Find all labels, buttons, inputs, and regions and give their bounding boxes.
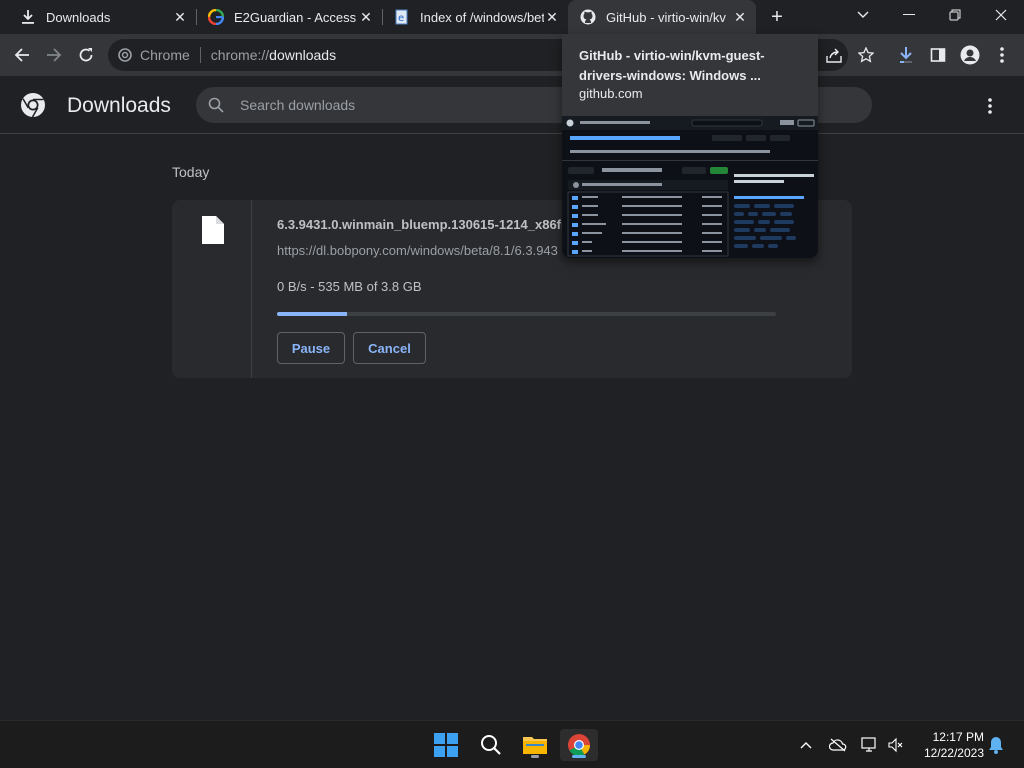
search-icon bbox=[208, 97, 224, 113]
forward-button[interactable] bbox=[40, 41, 68, 69]
tab-search-button[interactable] bbox=[840, 0, 886, 30]
close-icon[interactable]: ✕ bbox=[732, 9, 748, 25]
back-button[interactable] bbox=[8, 41, 36, 69]
tab-title: Index of /windows/beta bbox=[420, 9, 544, 25]
profile-button[interactable] bbox=[956, 41, 984, 69]
tab-e2guardian[interactable]: E2Guardian - Access De ✕ bbox=[196, 0, 382, 34]
star-icon bbox=[858, 47, 874, 63]
tab-title: Downloads bbox=[46, 9, 111, 25]
page-preview-image bbox=[562, 116, 818, 257]
tab-strip: Downloads ✕ E2Guardian - Access De ✕ e I… bbox=[0, 0, 1024, 34]
new-tab-button[interactable]: + bbox=[765, 5, 789, 29]
page-menu-button[interactable] bbox=[980, 94, 1000, 118]
running-indicator bbox=[531, 755, 539, 758]
browser-toolbar: Chrome chrome://downloads bbox=[0, 34, 1024, 76]
tab-title: E2Guardian - Access De bbox=[234, 9, 358, 25]
arrow-left-icon bbox=[14, 48, 29, 62]
clock-date: 12/22/2023 bbox=[923, 746, 984, 760]
download-icon bbox=[20, 9, 36, 25]
onedrive-tray-icon[interactable] bbox=[828, 735, 848, 755]
avatar-icon bbox=[960, 45, 980, 65]
taskbar-search-button[interactable] bbox=[475, 729, 507, 761]
network-tray-icon[interactable] bbox=[860, 735, 880, 755]
close-icon[interactable]: ✕ bbox=[358, 9, 374, 25]
pause-button[interactable]: Pause bbox=[277, 332, 345, 364]
clock-time: 12:17 PM bbox=[932, 730, 984, 744]
bell-icon bbox=[989, 737, 1003, 754]
date-group-label: Today bbox=[172, 164, 210, 180]
download-url[interactable]: https://dl.bobpony.com/windows/beta/8.1/… bbox=[277, 243, 567, 258]
download-progress-icon bbox=[900, 47, 912, 63]
tab-github[interactable]: GitHub - virtio-win/kv ✕ bbox=[568, 0, 756, 34]
active-indicator bbox=[572, 755, 586, 758]
file-explorer-button[interactable] bbox=[519, 729, 551, 761]
restore-icon bbox=[949, 9, 961, 21]
chip-label: Chrome bbox=[140, 47, 190, 63]
file-icon bbox=[202, 216, 224, 244]
reload-icon bbox=[79, 48, 93, 62]
more-vert-icon bbox=[1000, 47, 1004, 63]
tab-downloads[interactable]: Downloads ✕ bbox=[8, 0, 196, 34]
github-icon bbox=[580, 9, 596, 25]
page-title: Downloads bbox=[67, 94, 171, 117]
ie-page-icon: e bbox=[394, 9, 410, 25]
download-progress-bar bbox=[277, 312, 776, 316]
taskbar-clock[interactable]: 12:17 PM 12/22/2023 bbox=[918, 729, 984, 761]
google-icon bbox=[208, 9, 224, 25]
close-icon[interactable]: ✕ bbox=[172, 9, 188, 25]
hover-card-title: GitHub - virtio-win/kvm-guest-drivers-wi… bbox=[579, 48, 765, 83]
minimize-icon bbox=[903, 14, 915, 15]
restore-button[interactable] bbox=[932, 0, 978, 30]
close-icon[interactable]: ✕ bbox=[544, 9, 560, 25]
start-button[interactable] bbox=[430, 729, 462, 761]
chevron-down-icon bbox=[857, 11, 869, 18]
cancel-button[interactable]: Cancel bbox=[353, 332, 426, 364]
notification-button[interactable] bbox=[986, 735, 1006, 755]
minimize-button[interactable] bbox=[886, 0, 932, 30]
chrome-taskbar-button[interactable] bbox=[560, 729, 598, 761]
side-panel-icon bbox=[930, 48, 946, 62]
tab-index-windows-beta[interactable]: e Index of /windows/beta ✕ bbox=[382, 0, 568, 34]
volume-tray-icon[interactable] bbox=[886, 735, 906, 755]
side-panel-button[interactable] bbox=[924, 41, 952, 69]
windows-logo-icon bbox=[434, 733, 458, 757]
download-item-icon-area bbox=[172, 200, 252, 378]
chevron-up-icon bbox=[800, 742, 812, 749]
url-text: chrome://downloads bbox=[210, 47, 337, 63]
chrome-icon bbox=[568, 734, 590, 756]
svg-text:e: e bbox=[398, 13, 404, 24]
downloads-page: Downloads Today 6.3.9431.0.winmain_bluem… bbox=[0, 76, 1024, 720]
download-progress-fill bbox=[277, 312, 347, 316]
windows-taskbar: 12:17 PM 12/22/2023 bbox=[0, 720, 1024, 768]
more-vert-icon bbox=[988, 98, 992, 114]
downloads-header: Downloads bbox=[0, 76, 1024, 134]
cloud-off-icon bbox=[829, 738, 847, 752]
bookmark-button[interactable] bbox=[852, 41, 880, 69]
chrome-logo-icon bbox=[21, 93, 45, 118]
tab-hover-card: GitHub - virtio-win/kvm-guest-drivers-wi… bbox=[562, 34, 818, 258]
hover-card-thumbnail bbox=[562, 116, 818, 258]
site-info-chip[interactable]: Chrome bbox=[118, 47, 201, 63]
tab-title: GitHub - virtio-win/kv bbox=[606, 9, 726, 25]
share-icon bbox=[826, 48, 842, 63]
reload-button[interactable] bbox=[72, 41, 100, 69]
share-button[interactable] bbox=[820, 41, 848, 69]
hover-card-domain: github.com bbox=[579, 86, 643, 101]
arrow-right-icon bbox=[47, 48, 62, 62]
folder-icon bbox=[523, 737, 547, 754]
download-filename[interactable]: 6.3.9431.0.winmain_bluemp.130615-1214_x8… bbox=[277, 217, 567, 232]
close-icon bbox=[995, 9, 1007, 21]
volume-muted-icon bbox=[888, 737, 903, 753]
search-icon bbox=[481, 735, 501, 755]
show-hidden-icons-button[interactable] bbox=[796, 735, 816, 755]
downloads-toolbar-button[interactable] bbox=[892, 41, 920, 69]
close-window-button[interactable] bbox=[978, 0, 1024, 30]
chrome-icon bbox=[118, 48, 132, 62]
chrome-menu-button[interactable] bbox=[988, 41, 1016, 69]
download-status: 0 B/s - 535 MB of 3.8 GB bbox=[277, 279, 422, 294]
network-icon bbox=[861, 737, 876, 752]
